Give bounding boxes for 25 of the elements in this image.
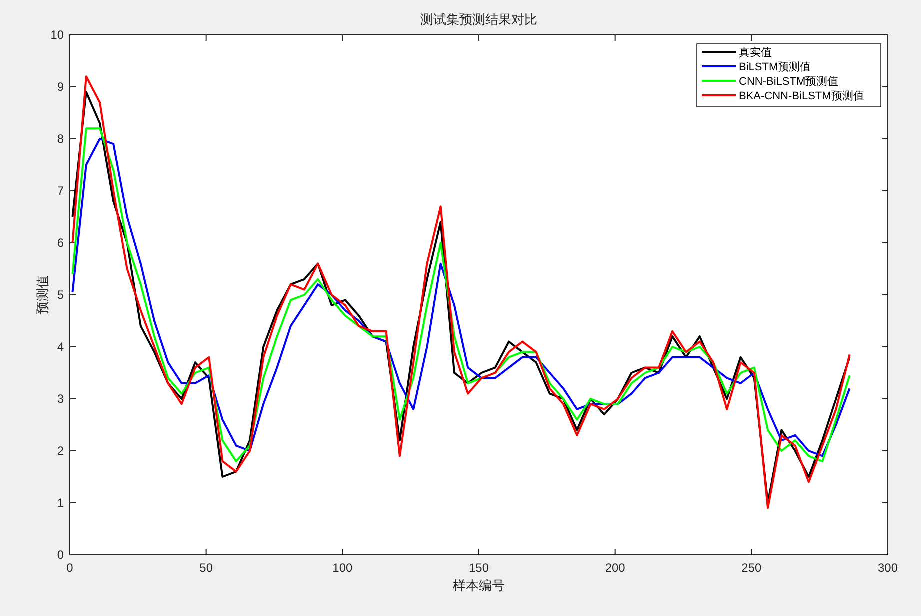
- y-tick-label: 7: [57, 184, 64, 198]
- x-tick-label: 50: [200, 561, 214, 575]
- x-tick-label: 250: [742, 561, 762, 575]
- chart-title: 测试集预测结果对比: [420, 13, 538, 28]
- legend-label: CNN-BiLSTM预测值: [739, 76, 839, 88]
- y-axis-label: 预测值: [36, 276, 51, 314]
- x-tick-label: 200: [605, 561, 626, 575]
- y-tick-label: 6: [57, 236, 64, 250]
- y-tick-label: 3: [57, 392, 64, 406]
- legend-label: BiLSTM预测值: [739, 62, 812, 74]
- y-tick-label: 10: [50, 28, 64, 42]
- x-tick-label: 150: [468, 561, 490, 575]
- x-tick-label: 300: [878, 561, 898, 575]
- y-tick-label: 4: [57, 340, 64, 354]
- x-axis-label: 样本编号: [453, 579, 505, 594]
- y-tick-label: 1: [57, 496, 64, 510]
- y-tick-label: 2: [57, 444, 64, 458]
- y-tick-label: 5: [57, 288, 64, 302]
- y-tick-label: 0: [57, 548, 64, 562]
- y-tick-label: 9: [57, 80, 64, 94]
- y-tick-label: 8: [57, 132, 64, 146]
- x-tick-label: 100: [332, 561, 353, 575]
- legend-label: BKA-CNN-BiLSTM预测值: [739, 90, 864, 102]
- x-tick-label: 0: [66, 561, 74, 575]
- legend-label: 真实值: [739, 47, 772, 59]
